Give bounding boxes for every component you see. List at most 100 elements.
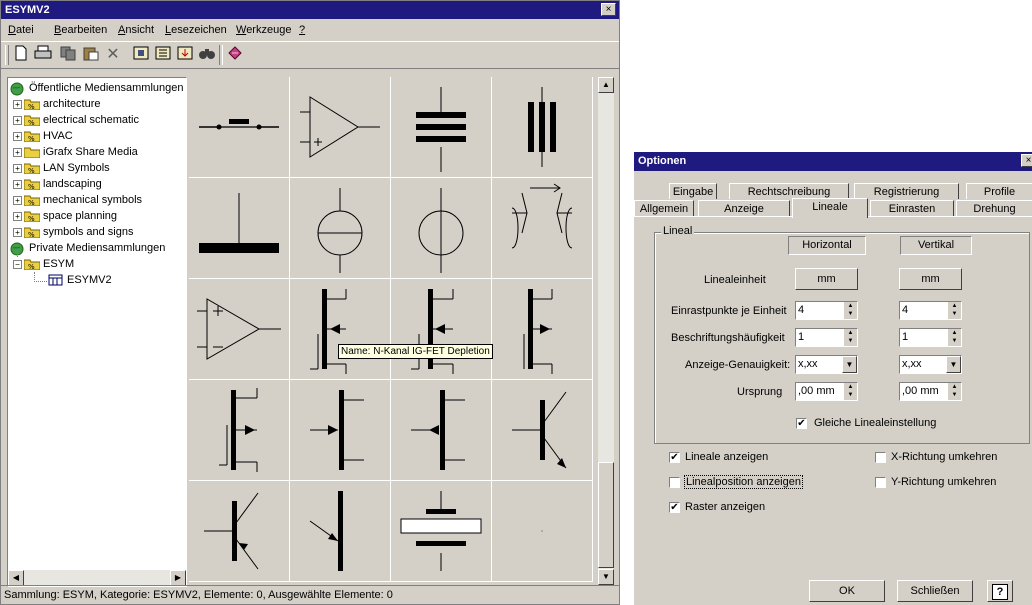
dropdown-arrow-icon[interactable]: ▼ — [946, 356, 961, 373]
ok-button[interactable]: OK — [809, 580, 885, 602]
scroll-up-button[interactable]: ▲ — [598, 77, 614, 93]
tree-public-root[interactable]: Öffentliche Mediensammlungen — [10, 81, 184, 96]
help-button[interactable]: ? — [987, 580, 1013, 602]
menu-werkzeuge[interactable]: Werkzeuge — [236, 24, 291, 36]
tab-rechtschreibung[interactable]: Rechtschreibung — [729, 183, 849, 199]
linealposition-checkbox[interactable] — [669, 477, 680, 488]
einrastpunkte-h-input[interactable]: 4 ▲ ▼ — [795, 301, 858, 320]
x-umkehren-checkbox[interactable] — [875, 452, 886, 463]
gleiche-checkbox[interactable]: ✔ — [796, 418, 807, 429]
expand-icon[interactable]: + — [13, 195, 22, 205]
tree-hscroll[interactable]: ◀ ▶ — [8, 570, 186, 586]
tree-item-igrafx-share-media[interactable]: + iGrafx Share Media — [13, 145, 138, 160]
tab-eingabe[interactable]: Eingabe — [669, 183, 717, 199]
window-close-button[interactable]: × — [601, 3, 616, 16]
expand-icon[interactable]: + — [13, 179, 22, 189]
opamp-symbol[interactable] — [290, 77, 391, 178]
catalog-export-icon[interactable] — [175, 45, 195, 65]
menu-bearbeiten[interactable]: Bearbeiten — [54, 24, 107, 36]
linealeinheit-v-button[interactable]: mm — [899, 268, 962, 290]
spinner-icon[interactable]: ▲ ▼ — [948, 383, 961, 400]
schliessen-button[interactable]: Schließen — [897, 580, 973, 602]
menu-ansicht[interactable]: Ansicht — [118, 24, 154, 36]
current-source-symbol[interactable] — [290, 178, 391, 279]
einrastpunkte-v-input[interactable]: 4 ▲ ▼ — [899, 301, 962, 320]
tree-item-symbols-and-signs[interactable]: +% symbols and signs — [13, 225, 134, 240]
mosfet-4-symbol[interactable] — [189, 380, 290, 481]
tab-drehung[interactable]: Drehung — [956, 200, 1032, 216]
expand-icon[interactable]: + — [13, 131, 22, 141]
genauigkeit-v-select[interactable]: x,xx ▼ — [899, 355, 962, 374]
find-icon[interactable] — [197, 45, 217, 65]
pnp-transistor-symbol[interactable] — [189, 481, 290, 582]
copy-icon[interactable] — [59, 45, 79, 65]
ursprung-h-input[interactable]: ,00 mm ▲ ▼ — [795, 382, 858, 401]
lineale-anzeigen-checkbox[interactable]: ✔ — [669, 452, 680, 463]
jfet-p-symbol[interactable] — [391, 380, 492, 481]
push-button-symbol[interactable] — [189, 77, 290, 178]
scroll-left-button[interactable]: ◀ — [8, 570, 24, 586]
transistor-emitter-symbol[interactable] — [290, 481, 391, 582]
new-icon[interactable] — [11, 45, 31, 65]
beschriftung-v-input[interactable]: 1 ▲ ▼ — [899, 328, 962, 347]
tree-item-esym[interactable]: −% ESYM — [13, 257, 74, 272]
menu-help[interactable]: ? — [299, 24, 305, 36]
collapse-icon[interactable]: − — [13, 259, 22, 269]
genauigkeit-h-select[interactable]: x,xx ▼ — [795, 355, 858, 374]
tree-item-architecture[interactable]: +% architecture — [13, 97, 100, 112]
menu-lesezeichen[interactable]: Lesezeichen — [165, 24, 227, 36]
expand-icon[interactable]: + — [13, 227, 22, 237]
tab-allgemein[interactable]: Allgemein — [634, 200, 694, 216]
scroll-right-button[interactable]: ▶ — [170, 570, 186, 586]
spinner-icon[interactable]: ▲ ▼ — [948, 302, 961, 319]
npn-transistor-symbol[interactable] — [492, 380, 593, 481]
expand-icon[interactable]: + — [13, 163, 22, 173]
tree-item-electrical-schematic[interactable]: +% electrical schematic — [13, 113, 139, 128]
spinner-icon[interactable]: ▲ ▼ — [948, 329, 961, 346]
triple-bar-symbol[interactable] — [492, 77, 593, 178]
tab-registrierung[interactable]: Registrierung — [854, 183, 959, 199]
battery-symbol[interactable] — [391, 481, 492, 582]
opamp-plus-minus-symbol[interactable] — [189, 279, 290, 380]
tree-item-lan-symbols[interactable]: +% LAN Symbols — [13, 161, 110, 176]
scroll-down-button[interactable]: ▼ — [598, 569, 614, 585]
empty-symbol[interactable] — [492, 481, 593, 582]
delete-icon[interactable]: ✕ — [103, 45, 123, 65]
expand-icon[interactable]: + — [13, 115, 22, 125]
voltage-source-symbol[interactable] — [391, 178, 492, 279]
grid-vscroll[interactable]: ▲ ▼ — [598, 77, 614, 585]
paste-icon[interactable] — [81, 45, 101, 65]
tree-item-mechanical-symbols[interactable]: +% mechanical symbols — [13, 193, 142, 208]
tab-einrasten[interactable]: Einrasten — [870, 200, 954, 216]
scroll-thumb[interactable] — [598, 462, 614, 568]
jfet-n-symbol[interactable] — [290, 380, 391, 481]
tree-item-space-planning[interactable]: +% space planning — [13, 209, 117, 224]
nfet-depletion-symbol[interactable] — [290, 279, 391, 380]
beschriftung-h-input[interactable]: 1 ▲ ▼ — [795, 328, 858, 347]
capacitor-symbol[interactable] — [391, 77, 492, 178]
y-umkehren-checkbox[interactable] — [875, 477, 886, 488]
tree-item-landscaping[interactable]: +% landscaping — [13, 177, 102, 192]
dropdown-arrow-icon[interactable]: ▼ — [842, 356, 857, 373]
spinner-icon[interactable]: ▲ ▼ — [844, 329, 857, 346]
pfet-symbol[interactable] — [492, 279, 593, 380]
tab-lineale[interactable]: Lineale — [792, 198, 868, 218]
print-icon[interactable] — [33, 45, 53, 65]
spinner-icon[interactable]: ▲ ▼ — [844, 302, 857, 319]
tab-profile[interactable]: Profile — [966, 183, 1032, 199]
ursprung-v-input[interactable]: ,00 mm ▲ ▼ — [899, 382, 962, 401]
linealeinheit-h-button[interactable]: mm — [795, 268, 858, 290]
optocoupler-symbol[interactable] — [492, 178, 593, 279]
catalog-icon[interactable] — [131, 45, 151, 65]
tree-item-esymv2[interactable]: ESYMV2 — [48, 273, 112, 288]
menu-datei[interactable]: Datei — [8, 24, 34, 36]
nfet-depletion-2-symbol[interactable] — [391, 279, 492, 380]
catalog-open-icon[interactable] — [153, 45, 173, 65]
raster-checkbox[interactable]: ✔ — [669, 502, 680, 513]
expand-icon[interactable]: + — [13, 211, 22, 221]
tree-item-hvac[interactable]: +% HVAC — [13, 129, 73, 144]
dialog-close-button[interactable]: × — [1021, 154, 1032, 167]
spinner-icon[interactable]: ▲ ▼ — [844, 383, 857, 400]
tab-anzeige[interactable]: Anzeige — [698, 200, 790, 216]
ground-plate-symbol[interactable] — [189, 178, 290, 279]
